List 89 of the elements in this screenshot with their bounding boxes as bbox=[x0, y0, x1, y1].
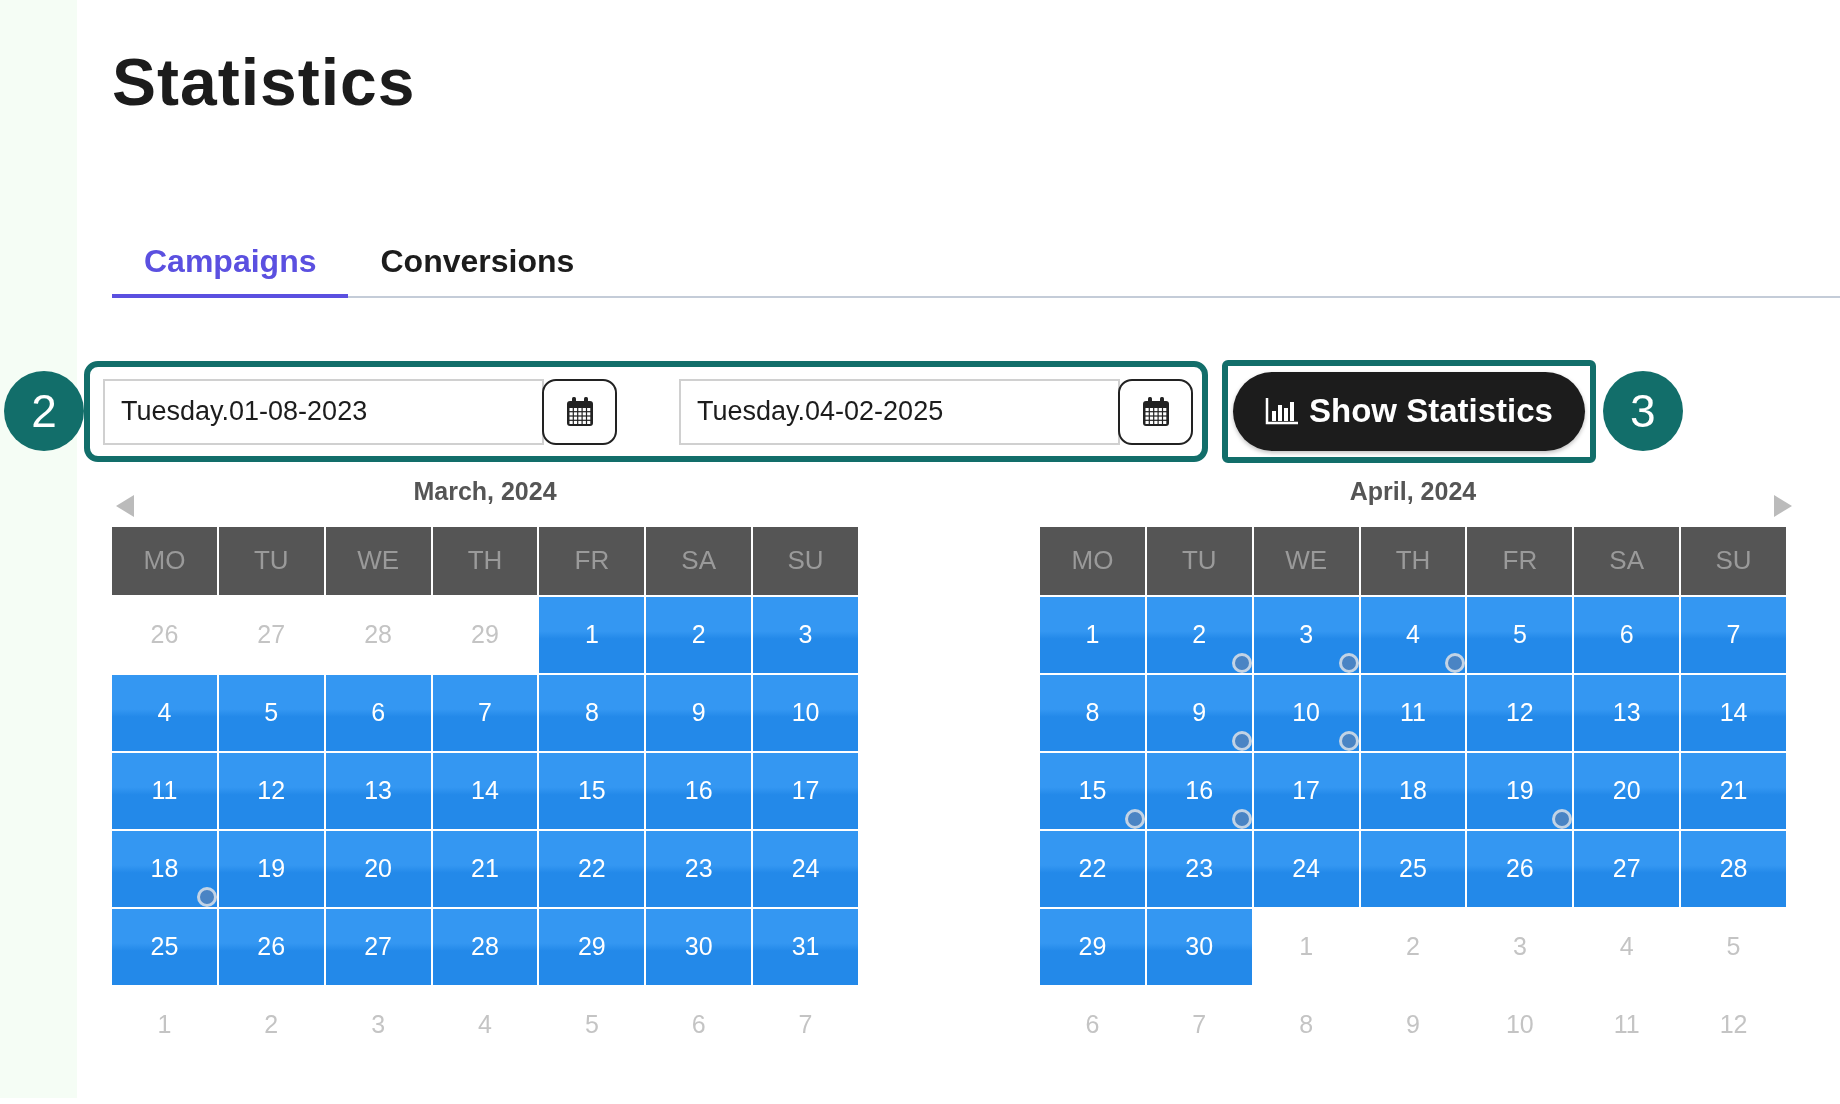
day-cell[interactable]: 30 bbox=[646, 908, 752, 985]
day-cell[interactable]: 28 bbox=[432, 908, 538, 985]
weekday-header: TH bbox=[1360, 526, 1466, 595]
weekday-header: MO bbox=[1040, 526, 1145, 595]
day-cell[interactable]: 27 bbox=[1574, 830, 1680, 907]
day-cell[interactable]: 11 bbox=[1360, 674, 1466, 751]
day-cell[interactable]: 17 bbox=[753, 752, 858, 829]
day-cell[interactable]: 29 bbox=[1040, 908, 1145, 985]
day-cell[interactable]: 3 bbox=[1253, 596, 1359, 673]
step-marker: 3 bbox=[1602, 371, 1683, 452]
day-cell[interactable]: 13 bbox=[1574, 674, 1680, 751]
weekday-header: SA bbox=[646, 526, 752, 595]
day-cell[interactable]: 7 bbox=[1681, 596, 1786, 673]
day-cell[interactable]: 21 bbox=[432, 830, 538, 907]
day-cell[interactable]: 9 bbox=[1146, 674, 1252, 751]
day-cell[interactable]: 4 bbox=[112, 674, 217, 751]
start-date-field[interactable]: Tuesday.01-08-2023 bbox=[103, 378, 544, 445]
day-cell[interactable]: 17 bbox=[1253, 752, 1359, 829]
calendar-icon bbox=[565, 396, 594, 427]
day-cell[interactable]: 5 bbox=[1467, 596, 1573, 673]
day-cell[interactable]: 22 bbox=[539, 830, 645, 907]
day-cell[interactable]: 21 bbox=[1681, 752, 1786, 829]
weekday-header: TH bbox=[432, 526, 538, 595]
day-cell[interactable]: 31 bbox=[753, 908, 858, 985]
day-cell[interactable]: 25 bbox=[1360, 830, 1466, 907]
day-cell[interactable]: 26 bbox=[218, 908, 324, 985]
day-cell[interactable]: 18 bbox=[112, 830, 217, 907]
day-cell[interactable]: 30 bbox=[1146, 908, 1252, 985]
day-cell[interactable]: 9 bbox=[646, 674, 752, 751]
day-cell[interactable]: 7 bbox=[432, 674, 538, 751]
day-cell[interactable]: 25 bbox=[112, 908, 217, 985]
day-cell[interactable]: 23 bbox=[646, 830, 752, 907]
calendar-button[interactable] bbox=[1118, 378, 1193, 445]
day-cell[interactable]: 29 bbox=[539, 908, 645, 985]
day-cell[interactable]: 20 bbox=[325, 830, 431, 907]
day-cell[interactable]: 8 bbox=[539, 674, 645, 751]
calendar-button[interactable] bbox=[542, 378, 617, 445]
day-cell[interactable]: 3 bbox=[753, 596, 858, 673]
day-cell[interactable]: 19 bbox=[218, 830, 324, 907]
show-statistics-button[interactable]: Show Statistics bbox=[1233, 371, 1585, 451]
weekday-header: SU bbox=[753, 526, 858, 595]
day-cell[interactable]: 16 bbox=[646, 752, 752, 829]
day-cell[interactable]: 1 bbox=[539, 596, 645, 673]
day-cell[interactable]: 1 bbox=[1040, 596, 1145, 673]
day-cell[interactable]: 2 bbox=[646, 596, 752, 673]
day-cell[interactable]: 10 bbox=[1253, 674, 1359, 751]
day-cell[interactable]: 6 bbox=[1574, 596, 1680, 673]
day-cell[interactable]: 22 bbox=[1040, 830, 1145, 907]
day-cell[interactable]: 2 bbox=[1146, 596, 1252, 673]
day-cell[interactable]: 28 bbox=[1681, 830, 1786, 907]
tab[interactable]: Conversions bbox=[348, 242, 607, 298]
tab[interactable]: Campaigns bbox=[112, 242, 349, 298]
month-title: April, 2024 bbox=[1349, 477, 1477, 507]
day-cell[interactable]: 8 bbox=[1040, 674, 1145, 751]
day-cell[interactable]: 10 bbox=[753, 674, 858, 751]
day-cell[interactable]: 14 bbox=[432, 752, 538, 829]
day-cell[interactable]: 27 bbox=[325, 908, 431, 985]
weekday-header: FR bbox=[539, 526, 645, 595]
day-cell[interactable]: 18 bbox=[1360, 752, 1466, 829]
weekday-header: SA bbox=[1574, 526, 1680, 595]
day-cell[interactable]: 24 bbox=[753, 830, 858, 907]
month-title: March, 2024 bbox=[413, 477, 557, 507]
day-cell[interactable]: 15 bbox=[1040, 752, 1145, 829]
day-cell[interactable]: 16 bbox=[1146, 752, 1252, 829]
calendar-icon bbox=[1141, 396, 1170, 427]
weekday-header: SU bbox=[1681, 526, 1786, 595]
day-cell[interactable]: 4 bbox=[1360, 596, 1466, 673]
day-cell[interactable]: 11 bbox=[112, 752, 217, 829]
day-cell[interactable]: 23 bbox=[1146, 830, 1252, 907]
weekday-header: WE bbox=[325, 526, 431, 595]
weekday-header: WE bbox=[1253, 526, 1359, 595]
day-cell[interactable]: 14 bbox=[1681, 674, 1786, 751]
day-cell[interactable]: 26 bbox=[1467, 830, 1573, 907]
weekday-header: TU bbox=[218, 526, 324, 595]
weekday-header: MO bbox=[112, 526, 217, 595]
day-cell[interactable]: 12 bbox=[1467, 674, 1573, 751]
day-cell[interactable]: 15 bbox=[539, 752, 645, 829]
day-cell[interactable]: 24 bbox=[1253, 830, 1359, 907]
weekday-header: TU bbox=[1146, 526, 1252, 595]
end-date-field[interactable]: Tuesday.04-02-2025 bbox=[679, 378, 1120, 445]
day-cell[interactable]: 5 bbox=[218, 674, 324, 751]
page-title: Statistics bbox=[112, 46, 417, 119]
weekday-header: FR bbox=[1467, 526, 1573, 595]
day-cell[interactable]: 6 bbox=[325, 674, 431, 751]
day-cell[interactable]: 19 bbox=[1467, 752, 1573, 829]
day-cell[interactable]: 13 bbox=[325, 752, 431, 829]
day-cell[interactable]: 20 bbox=[1574, 752, 1680, 829]
bar-chart-icon bbox=[1265, 397, 1299, 426]
day-cell[interactable]: 12 bbox=[218, 752, 324, 829]
